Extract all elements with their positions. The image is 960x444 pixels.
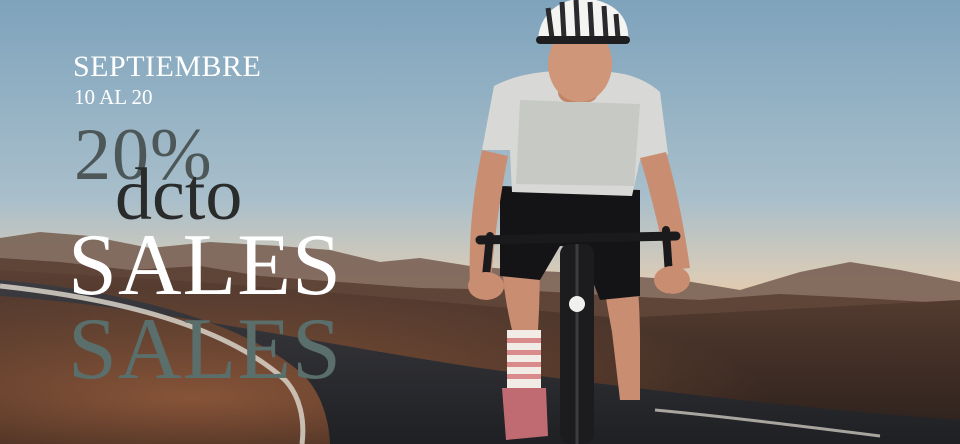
promo-copy: SEPTIEMBRE 10 AL 20 20% dcto SALES SALES — [0, 0, 960, 444]
sales-heading-echo: SALES — [68, 301, 342, 398]
sales-heading: SALES — [68, 217, 342, 314]
promo-dates: 10 AL 20 — [74, 85, 153, 109]
promo-month: SEPTIEMBRE — [73, 50, 262, 83]
promo-banner[interactable]: SEPTIEMBRE 10 AL 20 20% dcto SALES SALES — [0, 0, 960, 444]
